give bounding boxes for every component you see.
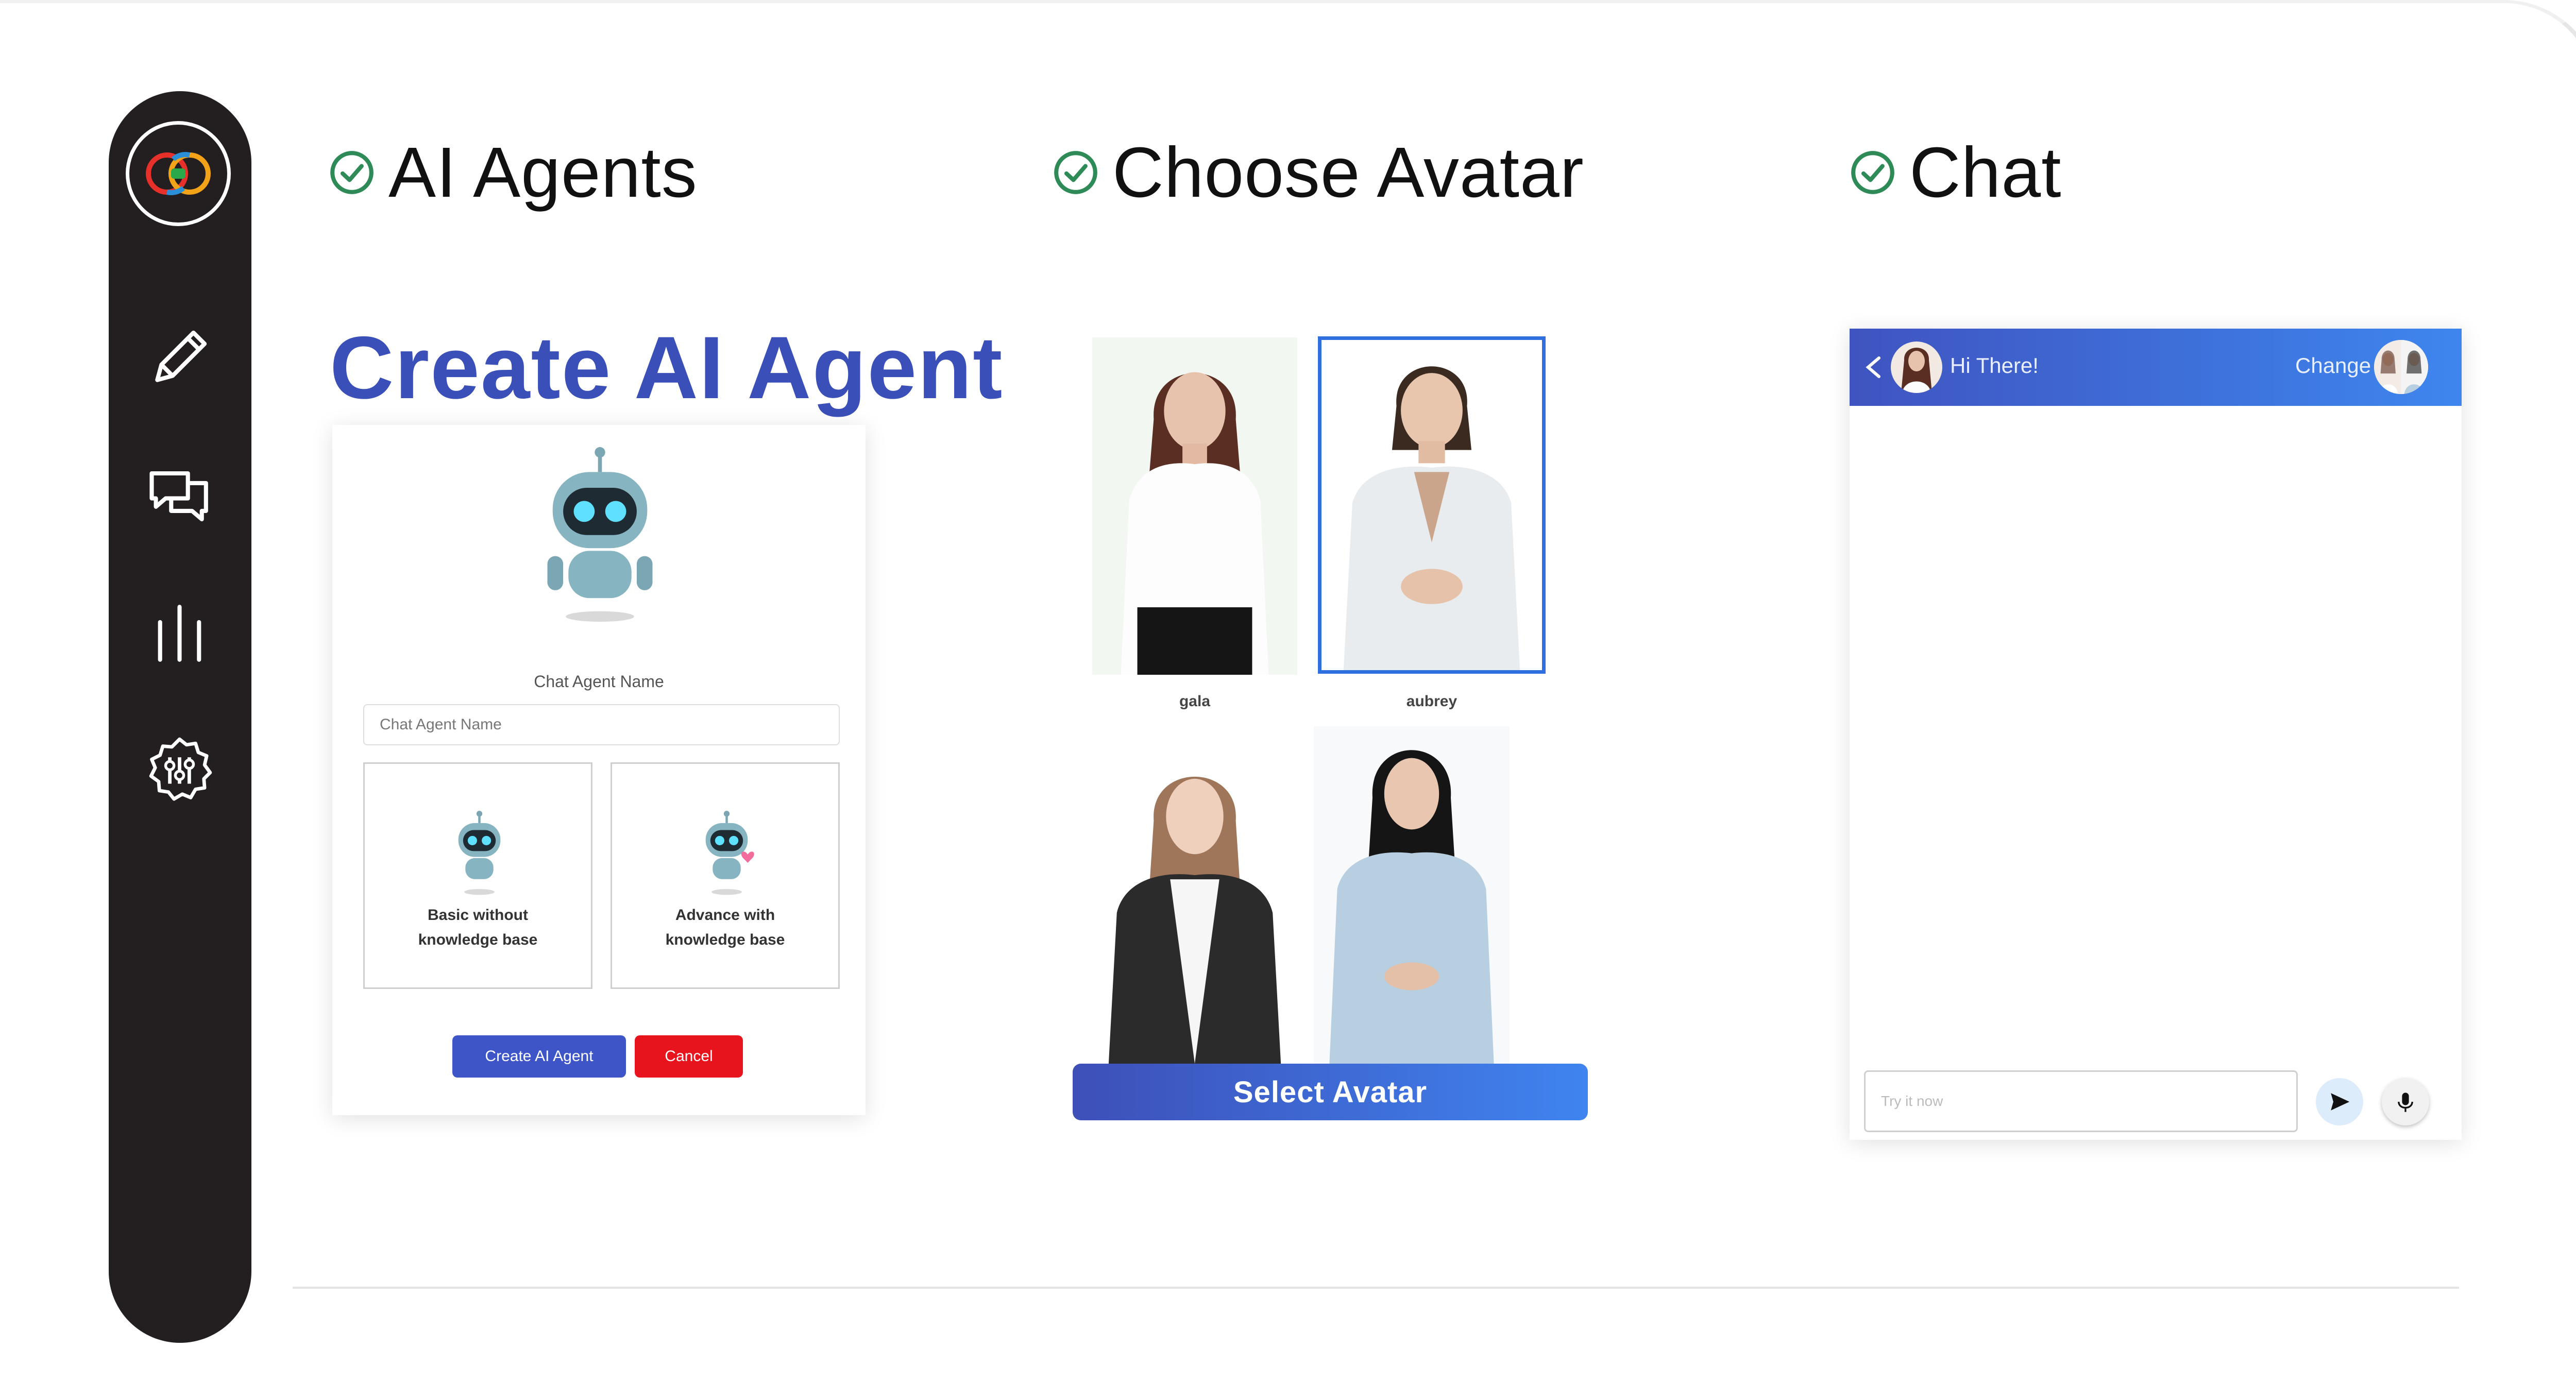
- mic-icon: [2398, 1092, 2413, 1112]
- chat-panel: Hi There! Change Try it now: [1850, 329, 2462, 1140]
- cancel-button[interactable]: Cancel: [635, 1035, 743, 1078]
- check-circle-icon: [1054, 151, 1097, 194]
- select-avatar-button[interactable]: Select Avatar: [1073, 1064, 1588, 1120]
- option-basic-label: Basic without knowledge base: [418, 907, 538, 948]
- settings-sliders-icon[interactable]: [145, 735, 214, 805]
- avatar-group[interactable]: [2374, 340, 2428, 394]
- avatar-card-3[interactable]: [1092, 749, 1297, 1064]
- pencil-icon[interactable]: [145, 323, 214, 392]
- check-circle-icon: [1851, 151, 1894, 194]
- step-ai-agents: AI Agents: [329, 132, 698, 212]
- avatar-name-aubrey: aubrey: [1406, 693, 1458, 710]
- option-basic[interactable]: Basic without knowledge base: [363, 762, 592, 989]
- robot-icon: [458, 811, 501, 895]
- bars-icon[interactable]: [145, 599, 214, 668]
- chevron-left-icon[interactable]: [1859, 350, 1890, 384]
- chat-header: Hi There! Change: [1850, 329, 2462, 406]
- chat-input[interactable]: Try it now: [1864, 1070, 2298, 1132]
- avatar-card-gala[interactable]: [1092, 337, 1297, 675]
- agent-name-label: Chat Agent Name: [534, 672, 664, 691]
- logo[interactable]: [126, 121, 231, 226]
- step-label: Chat: [1909, 132, 2062, 212]
- robot-heart-icon: [705, 811, 754, 895]
- send-icon: [2331, 1093, 2350, 1111]
- change-avatar-button[interactable]: Change: [2295, 353, 2371, 378]
- step-chat: Chat: [1850, 132, 2062, 212]
- chat-bubbles-icon[interactable]: [145, 459, 214, 529]
- mic-button[interactable]: [2382, 1078, 2429, 1125]
- check-circle-icon: [330, 151, 374, 194]
- send-button[interactable]: [2316, 1078, 2363, 1125]
- avatar-image: [1108, 776, 1281, 1064]
- robot-icon: [547, 447, 653, 622]
- create-agent-title: Create AI Agent: [330, 318, 1004, 417]
- avatar-image: [1121, 372, 1269, 675]
- step-choose-avatar: Choose Avatar: [1053, 132, 1584, 212]
- avatar: [1891, 342, 1942, 393]
- sidebar: [109, 91, 251, 1343]
- avatar-image: [1329, 750, 1494, 1064]
- avatar-card-aubrey[interactable]: [1318, 336, 1546, 674]
- avatar-name-gala: gala: [1179, 693, 1211, 710]
- avatar-card-4[interactable]: [1314, 726, 1510, 1064]
- option-advance-label: Advance with knowledge base: [665, 907, 785, 948]
- chat-greeting: Hi There!: [1950, 353, 2039, 378]
- avatar-image: [1343, 366, 1520, 670]
- step-label: Choose Avatar: [1112, 132, 1584, 212]
- create-agent-button[interactable]: Create AI Agent: [452, 1035, 626, 1078]
- agent-name-input[interactable]: Chat Agent Name: [363, 704, 840, 745]
- option-advance[interactable]: Advance with knowledge base: [611, 762, 840, 989]
- step-label: AI Agents: [388, 132, 698, 212]
- divider: [293, 1287, 2459, 1289]
- create-agent-panel: Chat Agent Name Chat Agent Name Basic wi…: [332, 425, 866, 1115]
- logo-icon: [146, 152, 211, 195]
